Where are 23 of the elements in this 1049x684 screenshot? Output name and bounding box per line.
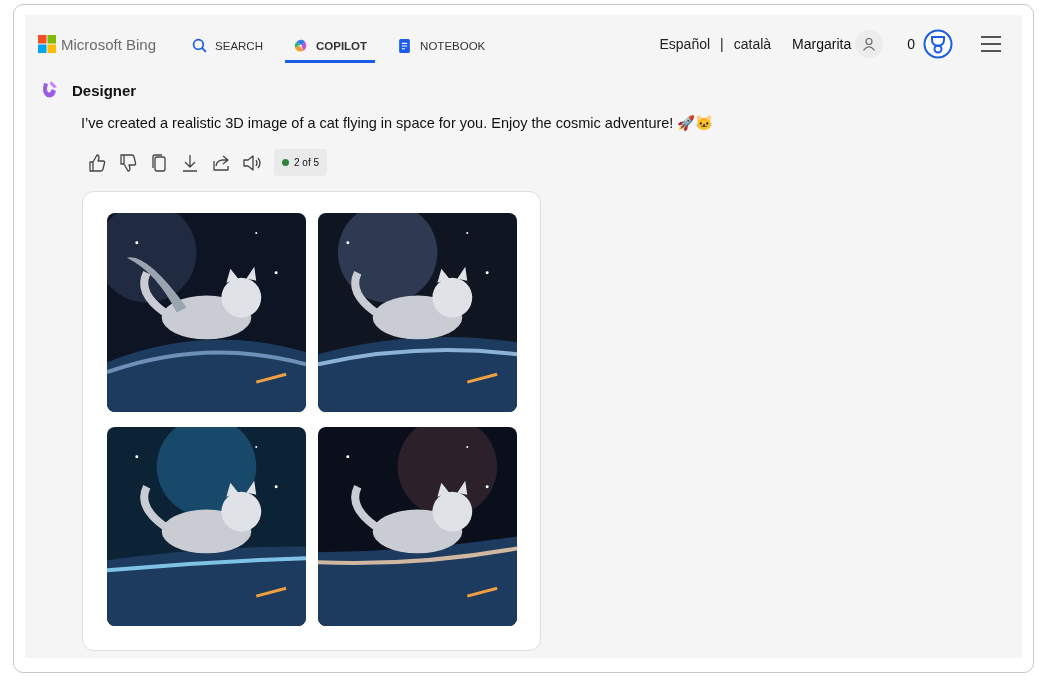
- language-link[interactable]: Español: [659, 36, 711, 52]
- search-icon: [192, 38, 208, 53]
- sender-name: Designer: [72, 81, 137, 99]
- nav-tab[interactable]: COPILOT: [285, 25, 376, 63]
- microsoft-logo: [38, 35, 56, 53]
- nav-tab[interactable]: SEARCH: [184, 25, 271, 63]
- copilot-icon: [293, 38, 308, 53]
- thumbs-down-icon[interactable]: [117, 151, 139, 174]
- menu-icon[interactable]: [980, 35, 1002, 53]
- person-icon: [862, 37, 877, 51]
- user-name[interactable]: Margarita: [792, 36, 852, 52]
- trophy-icon[interactable]: [923, 29, 953, 59]
- page-counter[interactable]: 2 of 5: [274, 149, 328, 176]
- brand-name[interactable]: Microsoft Bing: [61, 35, 157, 53]
- message-text: I’ve created a realistic 3D image of a cat flying in space for you. Enjoy the cosmic adventure! 🚀🐱: [81, 115, 715, 132]
- thumbs-up-icon[interactable]: [86, 151, 108, 174]
- separator: |: [720, 36, 724, 52]
- nav-tab[interactable]: NOTEBOOK: [389, 25, 494, 63]
- avatar-button[interactable]: [855, 30, 884, 58]
- status-dot: [282, 159, 289, 166]
- points-count: 0: [907, 36, 915, 52]
- language-link[interactable]: català: [733, 36, 772, 52]
- notebook-icon: [397, 38, 413, 53]
